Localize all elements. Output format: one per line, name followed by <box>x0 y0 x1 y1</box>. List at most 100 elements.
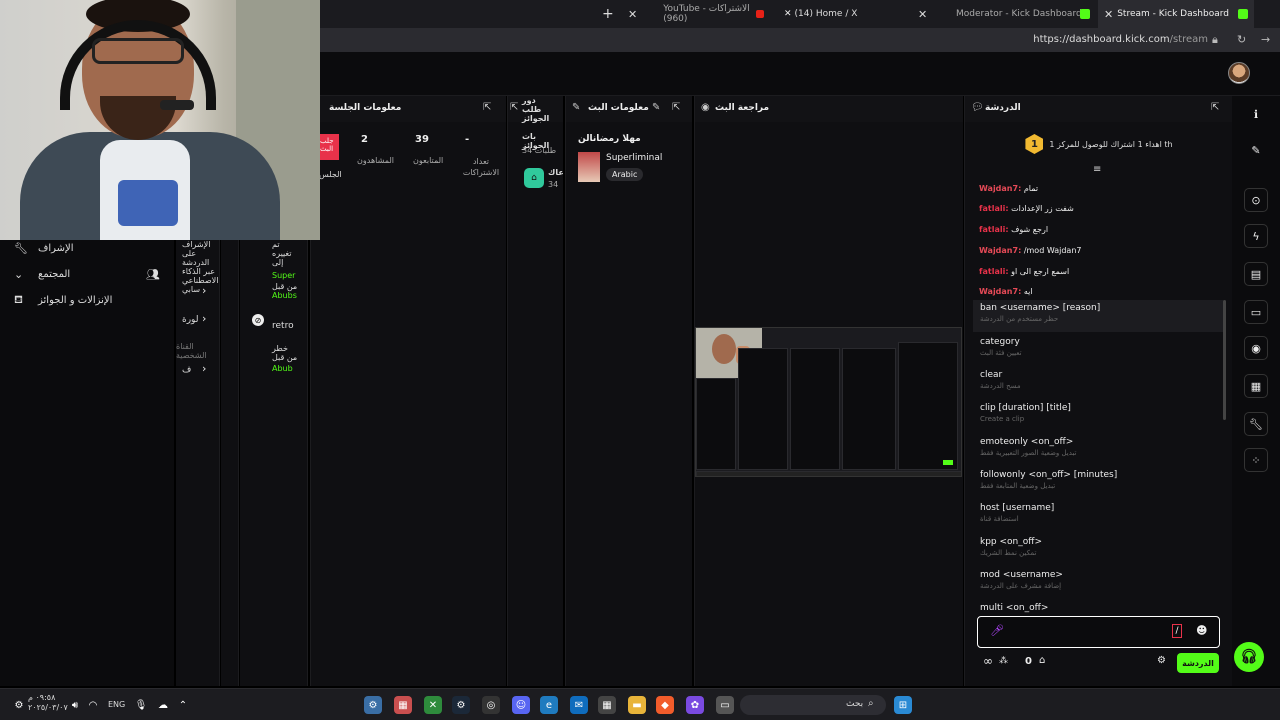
sidebar-item-community[interactable]: ⌄ المجتمع 👥︎ <box>14 264 164 284</box>
brave-icon[interactable]: ◆ <box>656 696 674 714</box>
sidebar-item-moderation[interactable]: 🔧︎ الإشراف <box>14 238 164 258</box>
panel-title: مراجعة البث <box>715 103 770 113</box>
emoji-icon[interactable]: ☻ <box>1196 624 1207 637</box>
avatar[interactable] <box>1228 62 1250 84</box>
chevron-right-icon[interactable]: › <box>202 284 206 297</box>
broadcast-icon[interactable]: ◉ <box>1244 336 1268 360</box>
tab-youtube[interactable]: ✕ YouTube - الاشتراكات (960) <box>622 0 770 28</box>
popout-icon[interactable]: ⇱ <box>483 102 491 113</box>
tab-title: Stream - Kick Dashboard <box>1117 9 1230 19</box>
gear-icon[interactable]: ⚙ <box>1157 655 1166 666</box>
sidebar-item-drops[interactable]: ⛾ الإنزالات و الجوائز <box>14 290 164 310</box>
windows-taskbar: ⚙ ٠٩:٥٨ م ٢٠٢٥/٠٣/٠٧ 🔊︎ ◠ ENG 🎙︎ ☁ ⌃ ⚙ ▦ … <box>0 688 1280 720</box>
reload-icon[interactable]: ↻ <box>1237 33 1246 46</box>
app-icon[interactable]: ▦ <box>394 696 412 714</box>
command-option[interactable]: category تعيين فئة البث <box>973 334 1223 366</box>
taskbar-search[interactable]: ⌕ بحث <box>740 695 886 715</box>
tab-moderator[interactable]: Moderator - Kick Dashboard <box>944 0 1094 28</box>
obs-icon[interactable]: ◎ <box>482 696 500 714</box>
command-option[interactable]: followonly <on_off> [minutes] تبديل وضعية… <box>973 467 1223 499</box>
edge-icon[interactable]: e <box>540 696 558 714</box>
new-tab-button[interactable]: + <box>596 0 620 28</box>
username-link[interactable]: Super <box>272 271 295 280</box>
command-option[interactable]: clip [duration] [title] Create a clip <box>973 400 1223 432</box>
store-icon[interactable]: ⌂ <box>1039 655 1045 666</box>
pinned-message[interactable]: 1 اهداء 1 اشتراك للوصول للمركز 1 th <box>965 124 1233 164</box>
xbox-icon[interactable]: ✕ <box>424 696 442 714</box>
username-link[interactable]: Abubs <box>272 291 297 300</box>
collapsed-column-spacer <box>221 240 239 686</box>
mail-icon[interactable]: ✉ <box>570 696 588 714</box>
camera-icon[interactable]: ⊙ <box>1244 188 1268 212</box>
notes-icon[interactable]: ▤ <box>1244 262 1268 286</box>
popout-icon[interactable]: ⇱ <box>510 102 518 113</box>
chevron-up-icon[interactable]: ⌃ <box>174 696 192 714</box>
chevron-right-icon[interactable]: › <box>202 312 206 325</box>
panels-icon[interactable]: ▦ <box>1244 374 1268 398</box>
edit-icon[interactable]: ✎ <box>652 102 660 113</box>
edit-icon[interactable]: ✎ <box>572 102 580 113</box>
expand-pinned-icon[interactable]: ≡ <box>1093 164 1101 175</box>
command-option[interactable]: multi <on_off> <box>973 600 1223 614</box>
subs-label: تعداد الاشتراكات <box>462 157 500 177</box>
badges-icon[interactable]: ⁂ <box>999 656 1008 666</box>
chevron-right-icon[interactable]: › <box>202 362 206 375</box>
discord-icon[interactable]: ☺ <box>512 696 530 714</box>
preview-send <box>943 460 953 465</box>
reward-name: عاك <box>548 168 563 177</box>
pencil-icon[interactable]: ✎ <box>1244 138 1268 162</box>
copilot-icon[interactable]: ✿ <box>686 696 704 714</box>
stream-preview[interactable] <box>695 327 962 477</box>
chat-bubble-icon[interactable]: ▭ <box>1244 300 1268 324</box>
sidebar-item-label: المجتمع <box>38 268 71 280</box>
bolt-icon[interactable]: ϟ <box>1244 224 1268 248</box>
url-field[interactable]: https://dashboard.kick.com/stream <box>1033 34 1208 45</box>
username-link[interactable]: Abub <box>272 364 293 373</box>
command-option[interactable]: kpp <on_off> تمكين نمط الشريك <box>973 534 1223 566</box>
support-button[interactable]: 🎧︎ <box>1234 642 1264 672</box>
tab-x-home[interactable]: ✕ (14) Home / X ✕ <box>778 0 928 28</box>
preview-column <box>790 348 840 470</box>
panel-header: ⇱ دور طلب الجوائز <box>508 96 563 123</box>
popout-icon[interactable]: ⇱ <box>672 102 680 113</box>
popout-icon[interactable]: ⇱ <box>1211 102 1219 113</box>
cloud-icon[interactable]: ☁ <box>154 696 172 714</box>
close-icon[interactable]: ✕ <box>628 8 637 21</box>
command-option[interactable]: clear مسح الدردشة <box>973 367 1223 399</box>
users-icon: 👥︎ <box>146 267 160 281</box>
command-option[interactable]: mod <username> إضافة مشرف على الدردشة <box>973 567 1223 599</box>
share-icon[interactable]: ⁘ <box>1244 448 1268 472</box>
clock[interactable]: ٠٩:٥٨ م ٢٠٢٥/٠٣/٠٧ <box>28 693 68 713</box>
command-option[interactable]: ban <username> [reason] حظر مستخدم من الد… <box>973 300 1223 332</box>
command-scrollbar[interactable] <box>1223 300 1226 420</box>
chat-input[interactable]: 🎤︎ / ☻ <box>977 616 1220 648</box>
tab-stream[interactable]: ✕ Stream - Kick Dashboard <box>1098 0 1254 28</box>
rewards-panel: ⇱ دور طلب الجوائز بات الجوائز طلبات 34 ⌂… <box>507 96 563 686</box>
wrench-icon[interactable]: 🔧︎ <box>1244 412 1268 436</box>
steam-icon[interactable]: ⚙ <box>452 696 470 714</box>
volume-icon[interactable]: 🔊︎ <box>66 696 84 714</box>
settings-app-icon[interactable]: ⚙ <box>364 696 382 714</box>
wifi-icon[interactable]: ◠ <box>84 696 102 714</box>
lock-icon[interactable]: 🔒︎ <box>1212 33 1218 47</box>
folder-icon[interactable]: ▬ <box>628 696 646 714</box>
close-icon[interactable]: ✕ <box>918 8 927 21</box>
command-option[interactable]: emoteonly <on_off> تبديل وضعية الصور التع… <box>973 434 1223 466</box>
app-icon[interactable]: ▭ <box>716 696 734 714</box>
tab-title: (14) Home / X <box>794 9 858 19</box>
info-icon[interactable]: ℹ <box>1244 102 1268 126</box>
microphone-icon[interactable]: 🎤︎ <box>990 624 1004 637</box>
windows-start-icon[interactable]: ⊞ <box>894 696 912 714</box>
reward-icon[interactable]: ⌂ <box>524 168 544 188</box>
send-chat-button[interactable]: الدردشة <box>1177 653 1219 673</box>
infinity-icon[interactable]: ∞ <box>983 654 993 668</box>
language-indicator[interactable]: ENG <box>108 700 125 709</box>
command-option[interactable]: host [username] استضافة قناة <box>973 500 1223 532</box>
mic-icon[interactable]: 🎙︎ <box>132 696 150 714</box>
close-icon[interactable]: ✕ <box>1104 8 1113 21</box>
gear-icon[interactable]: ⚙ <box>10 696 28 714</box>
ban-icon: ⊘ <box>252 314 264 326</box>
back-icon[interactable]: → <box>1261 33 1270 46</box>
store-icon[interactable]: ▦ <box>598 696 616 714</box>
game-name[interactable]: Superliminal <box>606 153 662 163</box>
